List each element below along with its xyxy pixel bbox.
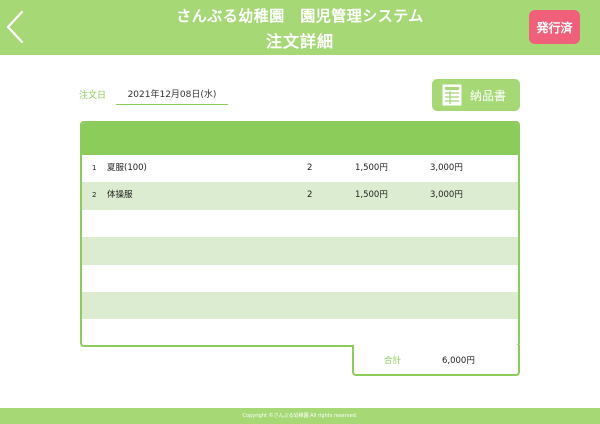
app-header: さんぶる幼稚園 園児管理システム 注文詳細 発行済 (0, 0, 600, 55)
footer-copyright: Copyright ©さんぶる幼稚園 All rights reserved. (0, 408, 600, 424)
total-label: 合計 (384, 356, 402, 366)
table-row: 1 夏服(100) 2 1,500円 3,000円 (82, 155, 518, 182)
order-items-table: 1 夏服(100) 2 1,500円 3,000円 2 体操服 2 1,500円… (80, 121, 520, 347)
app-title: さんぶる幼稚園 園児管理システム (176, 7, 424, 25)
delivery-note-label: 納品書 (470, 88, 507, 103)
total-value: 6,000円 (442, 356, 475, 366)
spreadsheet-icon (442, 84, 462, 106)
order-date-value: 2021年12月08日(水) (116, 88, 228, 105)
table-header (82, 123, 518, 155)
table-row (82, 210, 518, 237)
table-row: 2 体操服 2 1,500円 3,000円 (82, 182, 518, 210)
item-amount: 3,000円 (430, 190, 463, 201)
item-unit-price: 1,500円 (355, 190, 388, 201)
page-title: 注文詳細 (265, 32, 334, 51)
row-number: 1 (92, 164, 97, 172)
table-row (82, 291, 518, 320)
item-name: 夏服(100) (107, 163, 147, 173)
item-quantity: 2 (307, 163, 313, 173)
row-number: 2 (92, 191, 97, 200)
table-row (82, 319, 518, 345)
item-amount: 3,000円 (430, 163, 463, 173)
total-box: 合計 6,000円 (352, 345, 520, 376)
item-quantity: 2 (307, 190, 313, 201)
table-row (82, 237, 518, 265)
item-name: 体操服 (107, 190, 133, 201)
issued-status-button[interactable]: 発行済 (529, 10, 580, 44)
order-date-label: 注文日 (79, 91, 107, 101)
table-row (82, 265, 518, 292)
delivery-note-button[interactable]: 納品書 (432, 79, 520, 111)
item-unit-price: 1,500円 (355, 163, 388, 173)
